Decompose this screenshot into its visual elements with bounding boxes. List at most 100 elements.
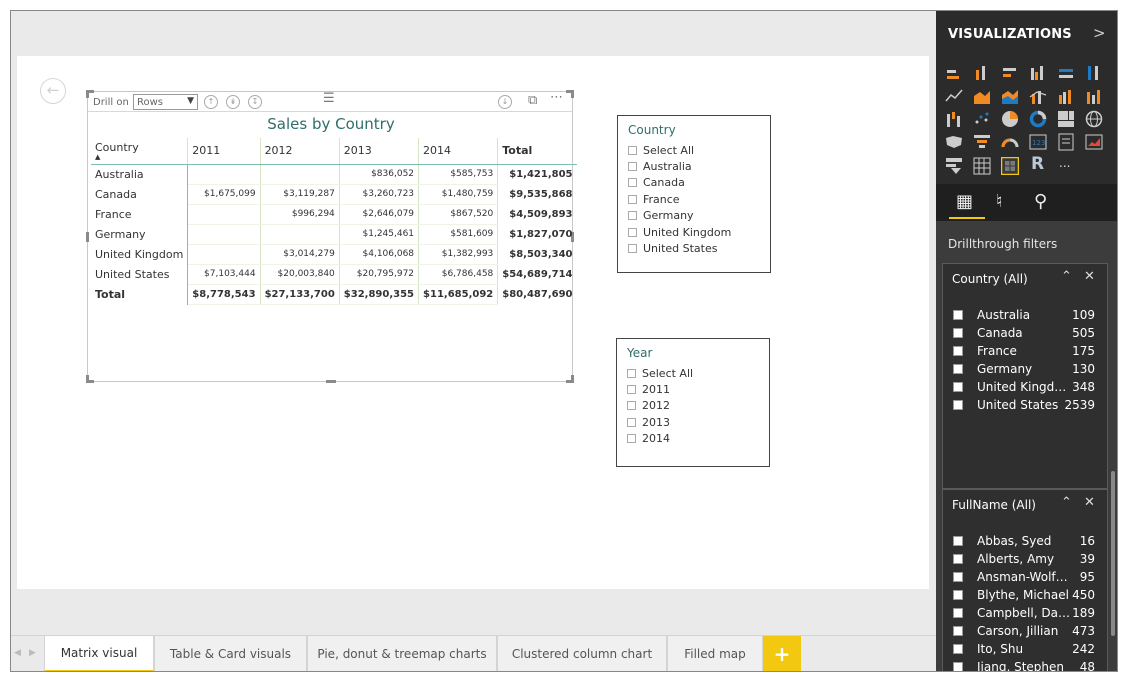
filter-header[interactable]: FullName (All)	[952, 498, 1036, 512]
checkbox[interactable]	[953, 310, 963, 320]
stacked-column-chart-icon[interactable]	[973, 64, 991, 82]
table-row[interactable]: United Kingdom $3,014,279 $4,106,068 $1,…	[91, 244, 577, 265]
checkbox[interactable]	[628, 244, 637, 254]
drag-handle-icon[interactable]: ☰	[323, 91, 335, 106]
list-item[interactable]: Abbas, Syed 16	[953, 532, 1103, 550]
drill-level-dropdown[interactable]: Rows ▼	[133, 94, 198, 110]
checkbox[interactable]	[628, 194, 637, 204]
add-page-button[interactable]: +	[763, 636, 801, 671]
tab-filled-map[interactable]: Filled map	[667, 636, 763, 671]
checkbox[interactable]	[953, 346, 963, 356]
year-slicer[interactable]: Year Select All 2011 2012 2013 2014	[616, 338, 770, 467]
funnel-chart-icon[interactable]	[973, 133, 991, 151]
collapse-filter-icon[interactable]: ⌃	[1061, 495, 1072, 510]
checkbox[interactable]	[628, 227, 637, 237]
list-item[interactable]: Alberts, Amy 39	[953, 550, 1103, 568]
checkbox[interactable]	[628, 211, 637, 221]
slicer-item[interactable]: 2011	[627, 381, 693, 397]
slicer-item[interactable]: Select All	[628, 142, 731, 158]
tab-scroll-right-icon[interactable]: ▶	[29, 648, 36, 658]
table-row[interactable]: France $996,294 $2,646,079 $867,520 $4,5…	[91, 204, 577, 225]
waterfall-chart-icon[interactable]	[945, 110, 963, 128]
column-header-2011[interactable]: 2011	[187, 138, 261, 165]
analytics-magnifier-icon[interactable]: ⚲	[1034, 191, 1047, 212]
list-item[interactable]: Ansman-Wolfe, ... 95	[953, 568, 1103, 586]
line-chart-icon[interactable]	[945, 87, 963, 105]
list-item[interactable]: United Kingdom 348	[953, 378, 1103, 396]
resize-handle[interactable]	[326, 380, 336, 383]
checkbox[interactable]	[628, 145, 637, 155]
country-slicer[interactable]: Country Select All Australia Canada Fran…	[617, 115, 771, 273]
column-header-2013[interactable]: 2013	[339, 138, 420, 165]
line-and-clustered-column-icon[interactable]	[1057, 87, 1075, 105]
checkbox[interactable]	[953, 644, 963, 654]
resize-handle[interactable]	[86, 375, 89, 383]
slicer-item[interactable]: France	[628, 191, 731, 207]
list-item[interactable]: Germany 130	[953, 360, 1103, 378]
checkbox[interactable]	[627, 368, 636, 378]
row-label[interactable]: United Kingdom	[91, 244, 189, 264]
checkbox[interactable]	[627, 434, 636, 444]
100-stacked-bar-icon[interactable]	[1057, 64, 1075, 82]
row-label[interactable]: Australia	[91, 164, 189, 184]
tab-table-card-visuals[interactable]: Table & Card visuals	[154, 636, 307, 671]
table-row[interactable]: Australia $836,052 $585,753 $1,421,805	[91, 164, 577, 185]
map-icon[interactable]	[1085, 110, 1103, 128]
list-item[interactable]: Canada 505	[953, 324, 1103, 342]
slicer-item[interactable]: United Kingdom	[628, 224, 731, 240]
back-arrow-icon[interactable]: ←	[40, 78, 66, 104]
checkbox[interactable]	[953, 400, 963, 410]
list-item[interactable]: Carson, Jillian 473	[953, 622, 1103, 640]
stacked-bar-chart-icon[interactable]	[945, 64, 963, 82]
resize-handle[interactable]	[86, 232, 89, 242]
column-header-2014[interactable]: 2014	[418, 138, 499, 165]
resize-handle[interactable]	[571, 375, 574, 383]
format-paint-roller-icon[interactable]: ♮	[996, 191, 1002, 212]
checkbox[interactable]	[627, 417, 636, 427]
checkbox[interactable]	[953, 662, 963, 671]
list-item[interactable]: Jiang, Stephen 48	[953, 658, 1103, 671]
expand-all-down-icon[interactable]: ↡	[226, 95, 240, 109]
list-item[interactable]: Campbell, David 189	[953, 604, 1103, 622]
treemap-icon[interactable]	[1057, 110, 1075, 128]
column-header-total[interactable]: Total	[497, 138, 577, 165]
card-icon[interactable]: 123	[1029, 133, 1047, 151]
scatter-chart-icon[interactable]	[973, 110, 991, 128]
checkbox[interactable]	[953, 328, 963, 338]
table-row[interactable]: Canada $1,675,099 $3,119,287 $3,260,723 …	[91, 184, 577, 205]
slicer-item[interactable]: Canada	[628, 175, 731, 191]
matrix-icon[interactable]	[1000, 156, 1020, 176]
row-label[interactable]: Canada	[91, 184, 189, 204]
clustered-column-chart-icon[interactable]	[1029, 64, 1047, 82]
slicer-item[interactable]: United States	[628, 240, 731, 256]
slicer-item[interactable]: 2012	[627, 398, 693, 414]
kpi-icon[interactable]	[1085, 133, 1103, 151]
checkbox[interactable]	[628, 162, 637, 172]
country-filter-card[interactable]: Country (All) ⌃ ✕ Australia 109 Canada 505…	[942, 263, 1108, 489]
clustered-bar-chart-icon[interactable]	[1001, 64, 1019, 82]
list-item[interactable]: Australia 109	[953, 306, 1103, 324]
collapse-filter-icon[interactable]: ⌃	[1061, 269, 1072, 284]
checkbox[interactable]	[627, 385, 636, 395]
drill-mode-icon[interactable]: ↓	[498, 95, 512, 109]
slicer-item[interactable]: 2014	[627, 431, 693, 447]
fullname-filter-card[interactable]: FullName (All) ⌃ ✕ Abbas, Syed 16 Alberts…	[942, 489, 1108, 671]
matrix-visual[interactable]: Drill on Rows ▼ ↑ ↡ ↧ ☰ ↓ ⧉ ⋯ Sales by C…	[86, 90, 577, 383]
tab-scroll-left-icon[interactable]: ◀	[14, 648, 21, 658]
slicer-item[interactable]: Select All	[627, 365, 693, 381]
list-item[interactable]: United States 2539	[953, 396, 1103, 414]
slicer-item[interactable]: 2013	[627, 414, 693, 430]
100-stacked-column-icon[interactable]	[1085, 64, 1103, 82]
tab-clustered-column[interactable]: Clustered column chart	[497, 636, 667, 671]
filled-map-icon[interactable]	[945, 133, 963, 151]
table-row[interactable]: Germany $1,245,461 $581,609 $1,827,070	[91, 224, 577, 245]
column-header-2012[interactable]: 2012	[260, 138, 340, 165]
row-label[interactable]: United States	[91, 264, 189, 284]
list-item[interactable]: Blythe, Michael 450	[953, 586, 1103, 604]
drill-up-icon[interactable]: ↑	[204, 95, 218, 109]
go-to-next-level-icon[interactable]: ↧	[248, 95, 262, 109]
checkbox[interactable]	[953, 608, 963, 618]
focus-mode-icon[interactable]: ⧉	[528, 93, 537, 108]
fields-well-icon[interactable]: ▦	[956, 191, 973, 212]
column-header-country[interactable]: Country ▲	[91, 138, 189, 165]
